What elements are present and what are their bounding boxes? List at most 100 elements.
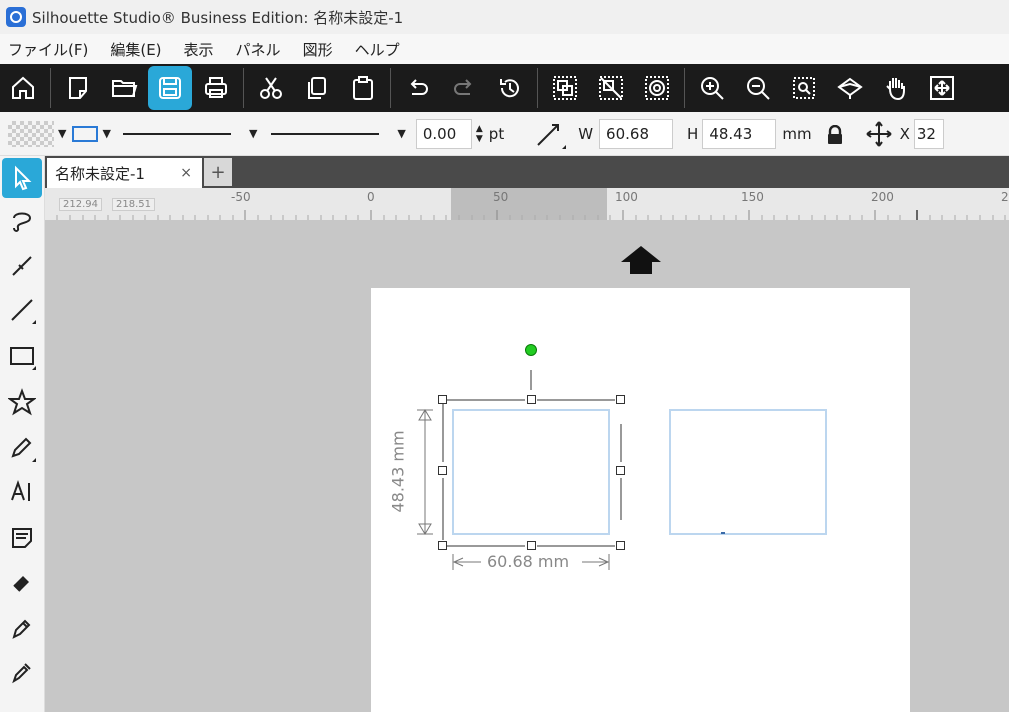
line-width-unit: pt bbox=[488, 124, 505, 143]
rectangle-tool-icon bbox=[10, 347, 36, 370]
toolbar-divider bbox=[50, 68, 51, 108]
rectangle-tool[interactable] bbox=[2, 336, 42, 376]
tool-panel bbox=[0, 156, 45, 712]
pencil-tool[interactable] bbox=[2, 428, 42, 468]
redo-icon[interactable] bbox=[442, 66, 486, 110]
x-input[interactable]: 32 bbox=[913, 118, 944, 149]
fill-color-swatch[interactable] bbox=[8, 120, 54, 147]
resize-handle-w[interactable] bbox=[438, 466, 447, 475]
zoom-selection-icon[interactable] bbox=[782, 66, 826, 110]
pan-icon[interactable] bbox=[874, 66, 918, 110]
design-canvas[interactable]: 48.43 mm 60.68 mm bbox=[45, 220, 1009, 712]
move-icon[interactable] bbox=[864, 119, 894, 149]
line-join-dropdown-icon[interactable]: ▼ bbox=[397, 127, 405, 140]
line-join-sample[interactable] bbox=[271, 132, 380, 135]
properties-bar: ▼ ▼ ▼ ▼ 0.00 ▲ ▼ pt W 60.68 H 48.43 mm X … bbox=[0, 112, 1009, 156]
resize-handle-ne[interactable] bbox=[616, 395, 625, 404]
menu-panel[interactable]: パネル bbox=[236, 39, 281, 60]
cut-icon[interactable] bbox=[249, 66, 293, 110]
pen-tool[interactable] bbox=[2, 608, 42, 648]
menu-edit[interactable]: 編集(E) bbox=[110, 39, 161, 60]
fill-dropdown-icon[interactable]: ▼ bbox=[58, 127, 66, 140]
zoom-fit-icon[interactable] bbox=[828, 66, 872, 110]
select-tool[interactable] bbox=[2, 158, 42, 198]
toolbar-divider bbox=[684, 68, 685, 108]
height-input[interactable]: 48.43 bbox=[702, 118, 777, 149]
point-edit-tool[interactable] bbox=[2, 202, 42, 242]
print-icon[interactable] bbox=[194, 66, 238, 110]
menu-file[interactable]: ファイル(F) bbox=[8, 39, 88, 60]
knife-tool[interactable] bbox=[2, 246, 42, 286]
group-icon[interactable] bbox=[543, 66, 587, 110]
line-color-dropdown-icon[interactable]: ▼ bbox=[102, 127, 110, 140]
zoom-in-icon[interactable] bbox=[690, 66, 734, 110]
width-dimension-label: 60.68 mm bbox=[487, 552, 570, 571]
history-icon[interactable] bbox=[488, 66, 532, 110]
line-tool-icon bbox=[11, 299, 36, 324]
width-input[interactable]: 60.68 bbox=[599, 118, 674, 149]
knife-icon bbox=[12, 256, 32, 276]
size-unit: mm bbox=[782, 124, 812, 143]
line-style-sample[interactable] bbox=[122, 132, 231, 135]
eyedropper-icon bbox=[12, 663, 31, 684]
note-tool[interactable] bbox=[2, 518, 42, 558]
app-logo-icon bbox=[6, 7, 26, 27]
width-label: W bbox=[578, 124, 594, 143]
ruler-label: 50 bbox=[493, 190, 509, 204]
ungroup-icon[interactable] bbox=[589, 66, 633, 110]
toolbar-divider bbox=[390, 68, 391, 108]
document-tab-bar: 名称未設定-1 × + bbox=[45, 156, 1009, 188]
resize-handle-sw[interactable] bbox=[438, 541, 447, 550]
line-style-dropdown-icon[interactable]: ▼ bbox=[249, 127, 257, 140]
pen-icon bbox=[12, 619, 31, 639]
height-dimension-label: 48.43 mm bbox=[388, 430, 408, 513]
window-title: Silhouette Studio® Business Edition: 名称未… bbox=[32, 8, 404, 27]
menu-help[interactable]: ヘルプ bbox=[355, 39, 400, 60]
eraser-tool[interactable] bbox=[2, 562, 42, 602]
close-tab-icon[interactable]: × bbox=[180, 165, 192, 181]
lock-aspect-icon[interactable] bbox=[826, 124, 842, 144]
paste-icon[interactable] bbox=[341, 66, 385, 110]
new-document-icon[interactable] bbox=[56, 66, 100, 110]
height-label: H bbox=[687, 124, 699, 143]
menu-bar: ファイル(F) 編集(E) 表示 パネル 図形 ヘルプ bbox=[0, 34, 1009, 64]
home-icon[interactable] bbox=[1, 66, 45, 110]
resize-handle-s[interactable] bbox=[527, 541, 536, 550]
eyedropper-tool[interactable] bbox=[2, 652, 42, 692]
ruler-label: 150 bbox=[741, 190, 764, 204]
document-tab-label: 名称未設定-1 bbox=[55, 164, 145, 183]
star-tool-icon bbox=[8, 388, 36, 416]
line-tool[interactable] bbox=[2, 290, 42, 330]
text-tool[interactable] bbox=[2, 472, 42, 512]
star-tool[interactable] bbox=[2, 382, 42, 422]
resize-handle-e[interactable] bbox=[616, 466, 625, 475]
line-color-swatch[interactable] bbox=[72, 125, 99, 142]
zoom-out-icon[interactable] bbox=[736, 66, 780, 110]
save-icon[interactable] bbox=[148, 66, 192, 110]
selection-frame bbox=[417, 370, 622, 570]
text-tool-icon bbox=[11, 479, 30, 501]
ruler-label: -50 bbox=[231, 190, 251, 204]
release-compound-icon[interactable] bbox=[635, 66, 679, 110]
undo-icon[interactable] bbox=[396, 66, 440, 110]
menu-shape[interactable]: 図形 bbox=[303, 39, 333, 60]
resize-handle-se[interactable] bbox=[616, 541, 625, 550]
open-folder-icon[interactable] bbox=[102, 66, 146, 110]
pencil-tool-icon bbox=[11, 437, 36, 462]
line-width-input[interactable]: 0.00 bbox=[415, 118, 472, 149]
menu-view[interactable]: 表示 bbox=[184, 39, 214, 60]
add-tab-button[interactable]: + bbox=[204, 158, 232, 186]
toolbar-divider bbox=[243, 68, 244, 108]
resize-handle-nw[interactable] bbox=[438, 395, 447, 404]
copy-icon[interactable] bbox=[295, 66, 339, 110]
title-bar: Silhouette Studio® Business Edition: 名称未… bbox=[0, 0, 1009, 34]
line-width-stepper[interactable]: ▲ ▼ bbox=[476, 124, 483, 144]
rotation-handle[interactable] bbox=[525, 344, 537, 356]
select-icon bbox=[15, 165, 32, 191]
line-tool-icon[interactable] bbox=[532, 117, 567, 151]
horizontal-ruler[interactable]: 212.94 218.51 -50 0 50 100 150 200 2 bbox=[45, 188, 1009, 220]
fit-page-icon[interactable] bbox=[920, 66, 964, 110]
resize-handle-n[interactable] bbox=[527, 395, 536, 404]
ruler-ticks bbox=[56, 210, 1006, 220]
document-tab[interactable]: 名称未設定-1 × bbox=[47, 158, 202, 188]
